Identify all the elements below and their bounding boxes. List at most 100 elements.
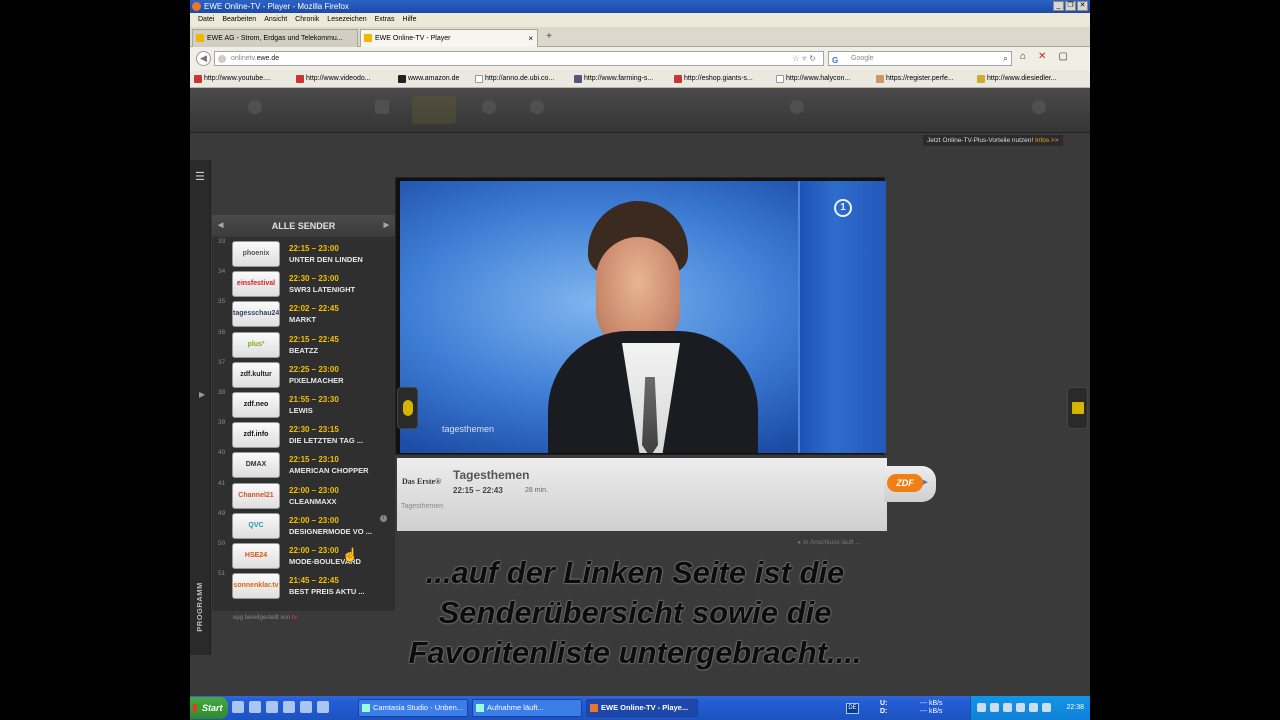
bookmark-item[interactable]: http://www.farming-s...	[572, 70, 653, 87]
tray-icon[interactable]	[1029, 703, 1038, 712]
tray-icon[interactable]	[990, 703, 999, 712]
list-icon[interactable]: ☰	[195, 170, 205, 183]
quicklaunch-icon[interactable]	[283, 701, 295, 713]
close-tab-icon[interactable]: ×	[528, 30, 533, 47]
menu-extras[interactable]: Extras	[371, 13, 399, 27]
channel-row[interactable]: 51 sonnenklar.tv 21:45 – 22:45 BEST PREIS A…	[212, 570, 395, 601]
channel-logo[interactable]: zdf.neo	[232, 392, 280, 418]
channel-logo[interactable]: QVC	[232, 512, 280, 539]
task-firefox[interactable]: EWE Online-TV - Playe...	[586, 699, 698, 717]
bookmark-item[interactable]: www.amazon.de	[396, 70, 459, 87]
channel-logo[interactable]: einsfestival	[232, 271, 280, 298]
search-icon[interactable]: ⌕	[1003, 52, 1008, 65]
channel-row[interactable]: 35 tagesschau24 22:02 – 22:45 MARKT	[212, 298, 395, 329]
start-button[interactable]: Start	[190, 697, 228, 719]
restore-button[interactable]: ❐	[1065, 1, 1076, 11]
menu-datei[interactable]: Datei	[194, 13, 218, 27]
bookmark-item[interactable]: http://eshop.giants-s...	[672, 70, 753, 87]
prev-list-icon[interactable]: ◀	[218, 215, 223, 237]
bookmark-icon	[977, 75, 985, 83]
menu-ansicht[interactable]: Ansicht	[260, 13, 291, 27]
quicklaunch-icon[interactable]	[317, 701, 329, 713]
channel-row[interactable]: 33 phoenix 22:15 – 23:00 UNTER DEN LINDEN	[212, 238, 395, 269]
channel-row[interactable]: 41 Channel21 22:00 – 23:00 CLEANMAXX	[212, 479, 395, 511]
channel-row[interactable]: 37 zdf.kultur 22:25 – 23:00 PIXELMACHER	[212, 359, 395, 390]
channel-logo[interactable]: HSE24	[232, 543, 280, 569]
video-player[interactable]: 1 tagesthemen	[395, 177, 886, 455]
tab-ewe-ag[interactable]: EWE AG - Strom, Erdgas und Telekommu...	[192, 29, 358, 47]
channel-row[interactable]: 50 HSE24 22:00 – 23:00 MODE-BOULEVARD	[212, 540, 395, 571]
channel-logo[interactable]: sonnenklar.tv	[232, 573, 280, 600]
channel-row[interactable]: 39 zdf.info 22:30 – 23:15 DIE LETZTEN TAG .…	[212, 419, 395, 450]
info-icon[interactable]: i	[380, 514, 387, 522]
channel-row[interactable]: 38 zdf.neo 21:55 – 23:30 LEWIS	[212, 389, 395, 420]
back-button[interactable]: ◀	[196, 51, 211, 66]
channel-row[interactable]: 49 QVC 22:00 – 23:00 DESIGNERMODE VO ... i	[212, 510, 395, 541]
remote-control-button[interactable]	[397, 387, 418, 429]
next-channel-button[interactable]: ZDF ▶	[884, 466, 936, 502]
video-frame[interactable]: 1 tagesthemen	[400, 181, 886, 453]
user-icon[interactable]	[790, 100, 804, 114]
channel-logo[interactable]: DMAX	[232, 452, 280, 479]
program-panel-handle[interactable]: ☰ ▶ PROGRAMM	[190, 160, 211, 655]
settings-icon[interactable]	[1032, 100, 1046, 114]
task-recording[interactable]: Aufnahme läuft...	[472, 699, 582, 717]
channel-row[interactable]: 40 DMAX 22:15 – 23:10 AMERICAN CHOPPER	[212, 449, 395, 480]
tray-icon[interactable]	[1003, 703, 1012, 712]
film-strip-button[interactable]	[1067, 387, 1088, 429]
system-clock[interactable]: 22:38	[1066, 704, 1084, 711]
youtube-icon	[194, 75, 202, 83]
addon-icon[interactable]: ✕	[1038, 51, 1046, 62]
toolbar-icon[interactable]: ▢	[1058, 51, 1067, 62]
channel-logo[interactable]: phoenix	[232, 241, 280, 267]
tray-icon[interactable]	[1042, 703, 1051, 712]
tray-icon[interactable]	[977, 703, 986, 712]
archive-link[interactable]: ▸ In Anschluss läuft ...	[798, 538, 861, 546]
quicklaunch-icon[interactable]	[232, 701, 244, 713]
search-input[interactable]: G Google ⌕	[828, 51, 1012, 66]
bookmark-item[interactable]: http://www.videodo...	[294, 70, 371, 87]
nav-icon[interactable]	[482, 100, 496, 114]
channel-logo[interactable]: zdf.info	[232, 422, 280, 449]
site-header	[190, 88, 1090, 133]
quicklaunch-icon[interactable]	[249, 701, 261, 713]
channel-row[interactable]: 36 plus³ 22:15 – 22:45 BEATZZ	[212, 328, 395, 360]
channel-logo[interactable]: tagesschau24	[232, 301, 280, 328]
info-icon[interactable]	[530, 100, 544, 114]
home-icon[interactable]: ⌂	[1020, 51, 1026, 62]
new-tab-button[interactable]: +	[540, 30, 558, 45]
task-camtasia[interactable]: Camtasia Studio - Unben...	[358, 699, 468, 717]
menu-icon[interactable]	[375, 100, 389, 114]
bookmark-item[interactable]: http://www.diesiedler...	[975, 70, 1057, 87]
language-indicator[interactable]: DE	[846, 703, 859, 714]
next-list-icon[interactable]: ▶	[384, 215, 389, 237]
bookmark-star-icon[interactable]: ☆▿↻	[792, 52, 819, 65]
promo-link[interactable]: Infos >>	[1035, 137, 1059, 144]
bookmark-item[interactable]: http://www.halycon...	[774, 70, 850, 87]
nav-icon[interactable]	[248, 100, 262, 114]
menu-chronik[interactable]: Chronik	[291, 13, 323, 27]
menu-hilfe[interactable]: Hilfe	[398, 13, 420, 27]
channel-row[interactable]: 34 einsfestival 22:30 – 23:00 SWR3 LATENIGH…	[212, 268, 395, 299]
tab-ewe-online-tv[interactable]: EWE Online-TV - Player ×	[360, 29, 538, 47]
site-logo[interactable]	[412, 96, 456, 124]
close-button[interactable]: ✕	[1077, 1, 1088, 11]
program-tab-label[interactable]: PROGRAMM	[193, 571, 207, 643]
bookmark-item[interactable]: https://register.perfe...	[874, 70, 954, 87]
expand-arrow-icon[interactable]: ▶	[199, 390, 205, 399]
bookmark-item[interactable]: http://anno.de.ubi.co...	[473, 70, 554, 87]
channel-number: 36	[218, 328, 226, 336]
channel-logo[interactable]: plus³	[232, 331, 280, 358]
quicklaunch-icon[interactable]	[300, 701, 312, 713]
bookmark-item[interactable]: http://www.youtube....	[192, 70, 271, 87]
menu-lesezeichen[interactable]: Lesezeichen	[323, 13, 370, 27]
tray-icon[interactable]	[1016, 703, 1025, 712]
minimize-button[interactable]: _	[1053, 1, 1064, 11]
channel-logo[interactable]: Channel21	[232, 482, 280, 509]
recording-icon	[476, 704, 484, 712]
menu-bearbeiten[interactable]: Bearbeiten	[218, 13, 260, 27]
url-bar[interactable]: onlinetv.ewe.de ☆▿↻	[214, 51, 824, 66]
channel-logo[interactable]: zdf.kultur	[232, 361, 280, 388]
channel-number: 41	[218, 479, 226, 487]
quicklaunch-icon[interactable]	[266, 701, 278, 713]
